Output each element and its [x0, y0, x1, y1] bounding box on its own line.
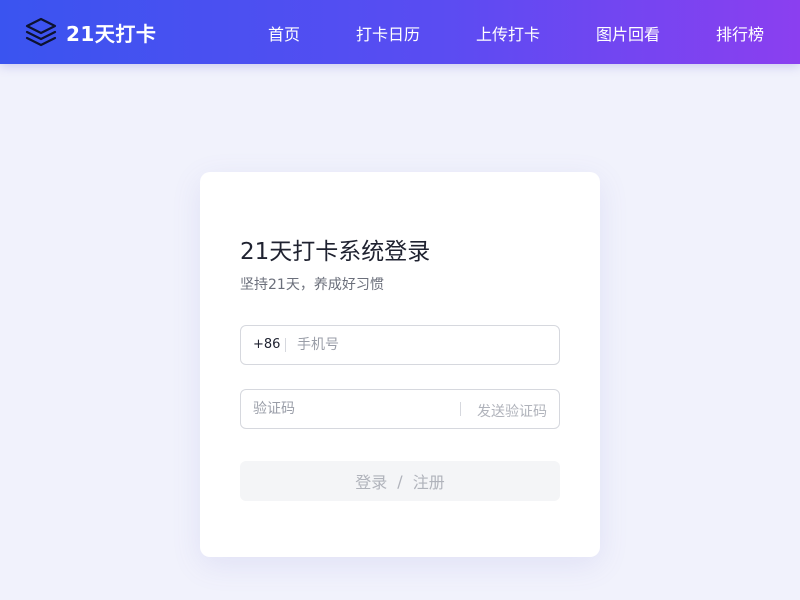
- country-code-divider: [285, 338, 286, 352]
- country-code[interactable]: +86: [253, 337, 280, 352]
- send-code-button[interactable]: 发送验证码: [477, 401, 547, 421]
- nav-item-calendar[interactable]: 打卡日历: [356, 21, 420, 45]
- main-nav: 首页 打卡日历 上传打卡 图片回看 排行榜: [0, 0, 800, 64]
- phone-field: +86: [240, 325, 560, 365]
- login-label: 登录: [355, 473, 388, 492]
- login-subtitle: 坚持21天，养成好习惯: [240, 277, 384, 293]
- nav-item-upload[interactable]: 上传打卡: [476, 21, 540, 45]
- login-register-button[interactable]: 登录 / 注册: [240, 461, 560, 501]
- login-card: 21天打卡系统登录 坚持21天，养成好习惯 +86 发送验证码 登录 / 注册: [200, 172, 600, 557]
- verification-code-input[interactable]: [253, 390, 453, 428]
- submit-separator: /: [397, 471, 403, 491]
- top-navbar: 21天打卡 首页 打卡日历 上传打卡 图片回看 排行榜: [0, 0, 800, 64]
- send-code-divider: [460, 402, 461, 416]
- register-label: 注册: [412, 473, 445, 492]
- nav-item-ranking[interactable]: 排行榜: [716, 21, 764, 45]
- nav-item-gallery[interactable]: 图片回看: [596, 21, 660, 45]
- phone-input[interactable]: [297, 326, 547, 364]
- code-field: 发送验证码: [240, 389, 560, 429]
- login-title: 21天打卡系统登录: [240, 239, 431, 265]
- nav-item-home[interactable]: 首页: [268, 21, 300, 45]
